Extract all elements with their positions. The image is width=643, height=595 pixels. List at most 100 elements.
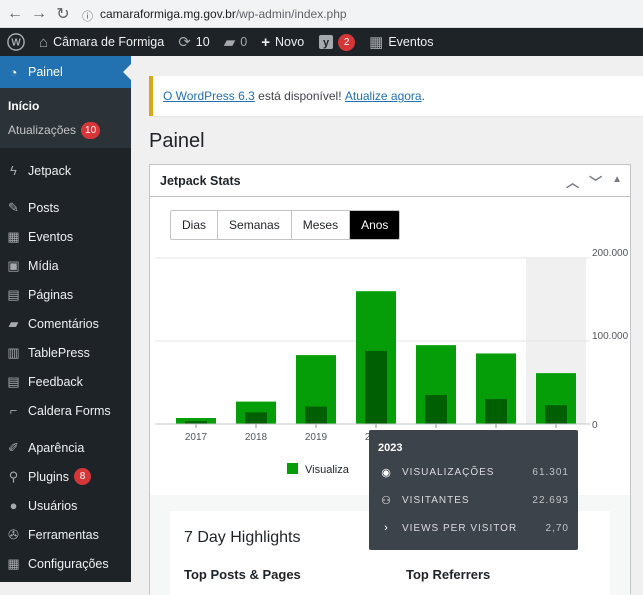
widget-controls: ︿ ﹀ ▲	[566, 172, 622, 191]
pages-icon: ▤	[7, 286, 20, 302]
chart-tooltip: 2023 ◉ VISUALIZAÇÕES 61.301 ⚇ VISITANTES 22.6…	[369, 430, 578, 550]
wordpress-logo-icon: W	[7, 33, 25, 51]
plugins-badge: 8	[74, 468, 91, 485]
admin-sidebar: ◔ Painel Início Atualizações 10 ϟ Jetpack…	[0, 56, 131, 582]
plug-icon: ⚲	[8, 468, 19, 484]
update-notice: O WordPress 6.3 está disponível! Atualiz…	[149, 76, 643, 116]
sidebar-item-feedback[interactable]: ▤ Feedback	[0, 367, 131, 396]
events-label: Eventos	[388, 35, 434, 49]
sidebar-item-painel[interactable]: ◔ Painel	[0, 56, 131, 88]
tooltip-row: ◉ VISUALIZAÇÕES 61.301	[378, 464, 569, 480]
svg-text:y: y	[323, 37, 330, 49]
browser-toolbar: ← → ↻ ⓘ camaraformiga.mg.gov.br/wp-admin…	[0, 0, 643, 28]
sidebar-item-label: Ferramentas	[28, 527, 99, 542]
wordpress-version-link[interactable]: O WordPress 6.3	[163, 89, 255, 103]
submenu-atualizacoes[interactable]: Atualizações 10	[0, 118, 131, 142]
sidebar-item-eventos[interactable]: ▦ Eventos	[0, 222, 131, 251]
bar-visitors-2019	[305, 406, 327, 424]
sidebar-item-apar-ncia[interactable]: ✐ Aparência	[0, 433, 131, 462]
sidebar-item-label: TablePress	[28, 345, 90, 360]
sidebar-item-tablepress[interactable]: ▥ TablePress	[0, 338, 131, 367]
sidebar-item-usu-rios[interactable]: ● Usuários	[0, 491, 131, 520]
update-now-link[interactable]: Atualize agora	[345, 89, 422, 103]
bar-visitors-2023	[545, 405, 567, 424]
highlights-title: 7 Day Highlights	[184, 529, 301, 546]
back-icon[interactable]: ←	[6, 5, 24, 23]
top-posts-heading: Top Posts & Pages	[184, 567, 301, 582]
people-icon: ⚇	[381, 494, 391, 507]
widget-title: Jetpack Stats	[160, 173, 241, 188]
tooltip-row: › VIEWS PER VISITOR 2,70	[378, 520, 569, 536]
user-icon: ●	[9, 498, 18, 513]
sidebar-item-p-ginas[interactable]: ▤ Páginas	[0, 280, 131, 309]
sidebar-item-label: Painel	[28, 65, 63, 79]
forward-icon[interactable]: →	[30, 5, 48, 23]
move-up-icon[interactable]: ︿	[566, 172, 579, 191]
submenu-inicio[interactable]: Início	[0, 94, 131, 118]
tooltip-label: VISUALIZAÇÕES	[402, 466, 495, 478]
sidebar-item-label: Plugins	[28, 469, 69, 484]
sidebar-item-label: Feedback	[28, 374, 83, 389]
table-icon: ▥	[7, 344, 20, 360]
events-menu[interactable]: ▦ Eventos	[362, 28, 440, 56]
yoast-icon: y	[319, 35, 334, 49]
y-tick-label: 100.000	[592, 331, 629, 342]
address-bar[interactable]: ⓘ camaraformiga.mg.gov.br/wp-admin/index…	[82, 6, 347, 23]
new-label: Novo	[274, 35, 305, 49]
notice-text: está disponível!	[254, 89, 345, 103]
new-content-menu[interactable]: + Novo	[254, 28, 311, 56]
updates-count: 10	[195, 35, 210, 49]
sidebar-item-configura-es[interactable]: ▦ Configurações	[0, 549, 131, 578]
x-tick-label: 2019	[305, 432, 328, 443]
url-path: /wp-admin/index.php	[235, 6, 347, 21]
tooltip-row: ⚇ VISITANTES 22.693	[378, 492, 569, 508]
sidebar-separator	[0, 148, 131, 156]
top-referrers-heading: Top Referrers	[406, 567, 491, 582]
sidebar-item-posts[interactable]: ✎ Posts	[0, 193, 131, 222]
widget-header[interactable]: Jetpack Stats ︿ ﹀ ▲	[150, 165, 630, 197]
bar-visitors-2020	[365, 350, 387, 424]
sidebar-item-label: Configurações	[28, 556, 109, 571]
bar-visitors-2021	[425, 394, 447, 424]
svg-text:W: W	[11, 38, 21, 49]
bar-visitors-2018	[245, 412, 267, 424]
plus-icon: +	[261, 33, 270, 51]
submenu-label: Atualizações	[8, 123, 77, 137]
feedback-icon: ▤	[7, 373, 20, 389]
y-tick-label: 0	[592, 420, 598, 431]
updates-menu[interactable]: ⟳ 10	[171, 28, 216, 56]
sidebar-item-m-dia[interactable]: ▣ Mídia	[0, 251, 131, 280]
site-name: Câmara de Formiga	[53, 35, 165, 49]
jetpack-icon: ϟ	[10, 163, 17, 178]
yoast-menu[interactable]: y 2	[311, 28, 362, 56]
sidebar-item-label: Mídia	[28, 258, 59, 273]
comments-menu[interactable]: ▰ 0	[217, 28, 255, 56]
sidebar-item-jetpack[interactable]: ϟ Jetpack	[0, 156, 131, 185]
wrench-icon: ✇	[8, 526, 19, 542]
sidebar-item-plugins[interactable]: ⚲ Plugins 8	[0, 462, 131, 491]
tooltip-label: VIEWS PER VISITOR	[402, 522, 518, 534]
sidebar-item-label: Comentários	[28, 316, 99, 331]
wp-logo-menu[interactable]: W	[0, 28, 32, 56]
brush-icon: ✐	[8, 439, 19, 455]
tooltip-label: VISITANTES	[402, 494, 470, 506]
move-down-icon[interactable]: ﹀	[589, 172, 602, 191]
page-title: Painel	[149, 130, 205, 152]
home-icon: ⌂	[39, 33, 49, 51]
sidebar-item-coment-rios[interactable]: ▰ Comentários	[0, 309, 131, 338]
admin-bar: W ⌂ Câmara de Formiga ⟳ 10 ▰ 0 + Novo y …	[0, 28, 643, 56]
info-icon[interactable]: ⓘ	[82, 8, 93, 23]
eye-icon: ◉	[381, 466, 391, 479]
sidebar-separator	[0, 185, 131, 193]
sidebar-item-caldera-forms[interactable]: ⌐ Caldera Forms	[0, 396, 131, 425]
legend-label-views: Visualiza	[305, 464, 350, 476]
sidebar-item-ferramentas[interactable]: ✇ Ferramentas	[0, 520, 131, 549]
sidebar-item-label: Caldera Forms	[28, 403, 111, 418]
reload-icon[interactable]: ↻	[54, 5, 72, 23]
caldera-icon: ⌐	[9, 403, 18, 418]
toggle-panel-icon[interactable]: ▲	[612, 174, 622, 191]
chevron-right-icon: ›	[384, 522, 388, 534]
sidebar-item-label: Eventos	[28, 229, 74, 244]
site-name-menu[interactable]: ⌂ Câmara de Formiga	[32, 28, 171, 56]
painel-submenu: Início Atualizações 10	[0, 88, 131, 148]
